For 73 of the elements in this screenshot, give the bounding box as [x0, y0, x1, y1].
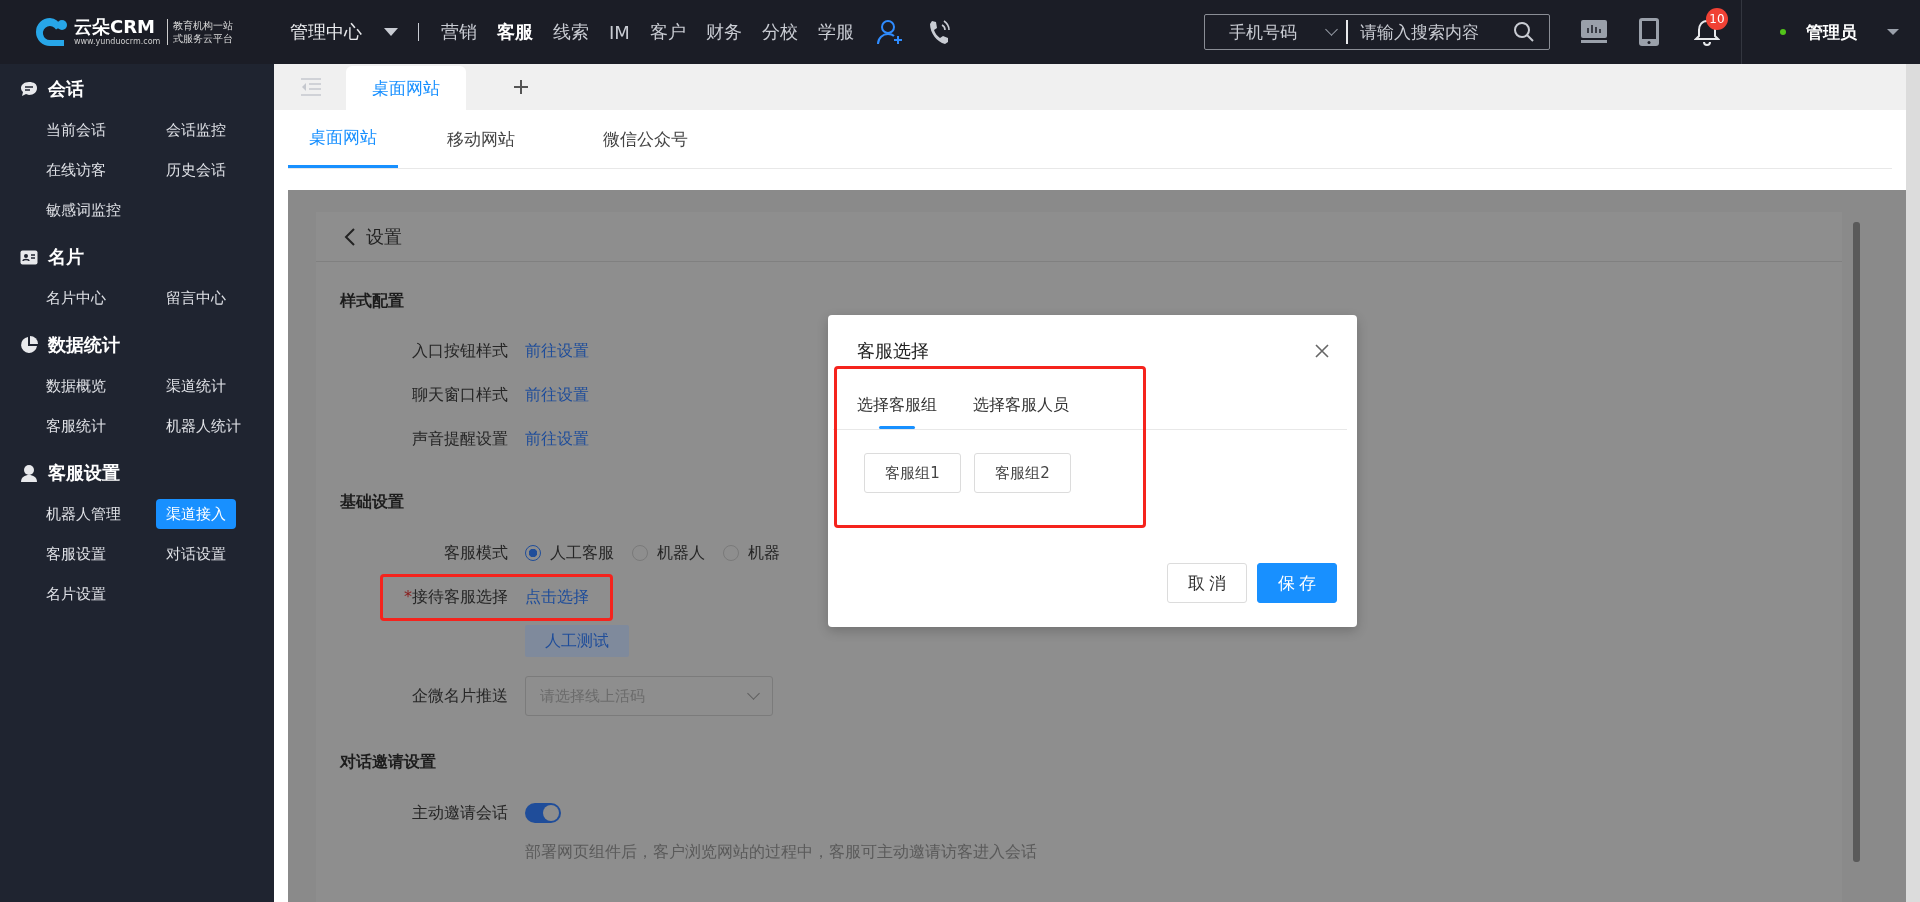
- group-option[interactable]: 客服组1: [864, 453, 961, 493]
- add-tab-icon[interactable]: [513, 79, 529, 95]
- notification-badge: 10: [1706, 8, 1728, 30]
- dialog-tab[interactable]: 选择客服人员: [973, 381, 1069, 429]
- nav-item[interactable]: 学服: [817, 20, 854, 44]
- user-name[interactable]: 管理员: [1806, 20, 1857, 44]
- sidebar-item[interactable]: 名片中心: [46, 278, 106, 318]
- toggle-switch[interactable]: [525, 803, 561, 823]
- brand-slogan: 教育机构一站: [173, 19, 234, 32]
- dialog-title: 客服选择: [857, 339, 929, 363]
- sidebar-item[interactable]: 机器人管理: [46, 494, 121, 534]
- nav-item[interactable]: 财务: [705, 20, 742, 44]
- sidebar-section-title: 客服设置: [48, 461, 120, 485]
- sidebar-section-title: 会话: [48, 77, 84, 101]
- sidebar-item[interactable]: 渠道统计: [166, 366, 226, 406]
- sidebar-item[interactable]: 当前会话: [46, 110, 106, 150]
- sidebar-item[interactable]: 在线访客: [46, 150, 106, 190]
- search-icon[interactable]: [1513, 21, 1535, 43]
- scrollbar[interactable]: [1853, 222, 1860, 862]
- sidebar-item[interactable]: 客服统计: [46, 406, 106, 446]
- add-user-icon[interactable]: [875, 18, 904, 46]
- search-type-select[interactable]: 手机号码: [1229, 20, 1336, 44]
- nav-item[interactable]: 分校: [761, 20, 798, 44]
- field-label: 聊天窗口样式: [411, 384, 508, 406]
- field-label: 客服模式: [443, 542, 508, 564]
- sidebar-item[interactable]: 名片设置: [46, 574, 106, 614]
- section-title: 对话邀请设置: [340, 751, 437, 773]
- field-label: 声音提醒设置: [411, 428, 508, 450]
- caret-icon[interactable]: [1887, 29, 1899, 35]
- section-title: 样式配置: [340, 290, 405, 312]
- contact-card-icon: [20, 249, 38, 265]
- nav-item[interactable]: 线索: [553, 20, 589, 44]
- scrollbar[interactable]: [1906, 64, 1920, 902]
- brand-url: www.yunduocrm.com: [74, 37, 161, 47]
- nav-item[interactable]: 营销: [441, 20, 477, 44]
- site-tab[interactable]: 移动网站: [398, 110, 563, 168]
- chat-bubble-icon: [20, 81, 38, 97]
- module-dropdown[interactable]: 管理中心: [290, 20, 398, 44]
- field-label: 企微名片推送: [411, 685, 508, 707]
- search-field[interactable]: 手机号码 请输入搜索内容: [1204, 14, 1550, 50]
- nav-item[interactable]: IM: [609, 20, 630, 44]
- sidebar-item[interactable]: 敏感词监控: [46, 190, 121, 230]
- cancel-button[interactable]: 取消: [1167, 563, 1247, 603]
- sidebar-item[interactable]: 会话监控: [166, 110, 226, 150]
- nav-item[interactable]: 客户: [649, 20, 686, 44]
- page-title: 设置: [366, 224, 402, 249]
- sidebar-section-title: 名片: [48, 245, 84, 269]
- radio-label[interactable]: 机器人: [657, 542, 705, 564]
- radio-label[interactable]: 人工客服: [550, 542, 614, 564]
- sidebar-section-title: 数据统计: [48, 333, 120, 357]
- sidebar-item[interactable]: 历史会话: [166, 150, 226, 190]
- nav-item[interactable]: 客服: [497, 20, 533, 44]
- field-label: *接待客服选择: [403, 586, 508, 608]
- group-option[interactable]: 客服组2: [974, 453, 1071, 493]
- brand-slogan: 式服务云平台: [173, 32, 234, 45]
- dialog-tab[interactable]: 选择客服组: [857, 381, 937, 429]
- sidebar-item[interactable]: 机器人统计: [166, 406, 241, 446]
- field-label: 入口按钮样式: [411, 340, 508, 362]
- monitor-icon[interactable]: [1580, 19, 1608, 45]
- field-label: 主动邀请会话: [411, 802, 508, 824]
- site-tab[interactable]: 微信公众号: [563, 110, 728, 168]
- sidebar-item[interactable]: 对话设置: [166, 534, 226, 574]
- brand-name: 云朵CRM: [74, 17, 156, 37]
- sidebar-item[interactable]: 客服设置: [46, 534, 106, 574]
- tablet-icon[interactable]: [1638, 17, 1660, 47]
- close-icon[interactable]: [1314, 343, 1330, 359]
- section-title: 基础设置: [340, 491, 405, 513]
- sidebar-item[interactable]: 留言中心: [166, 278, 226, 318]
- pie-chart-icon: [20, 336, 38, 354]
- radio-label[interactable]: 机器: [748, 542, 780, 564]
- person-icon: [20, 464, 38, 482]
- radio-button[interactable]: [525, 545, 541, 561]
- sidebar-item[interactable]: 数据概览: [46, 366, 106, 406]
